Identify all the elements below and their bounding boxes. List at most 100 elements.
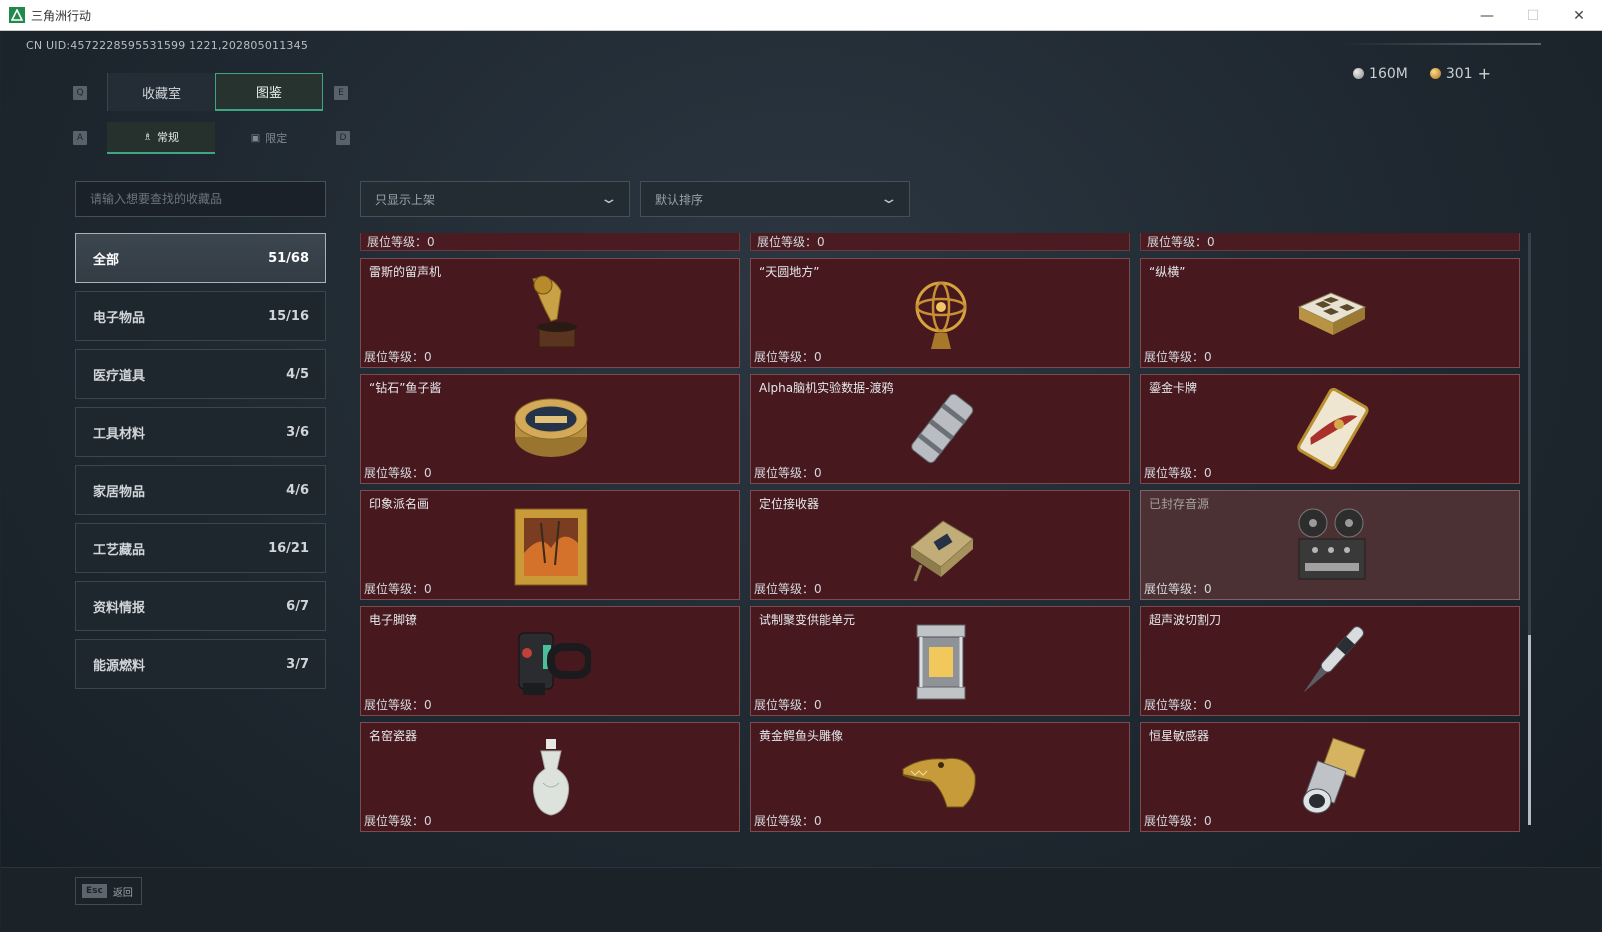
category-count: 3/6 <box>286 424 309 440</box>
level-label: 展位等级： <box>754 814 815 828</box>
card-level: 展位等级：0 <box>364 348 432 365</box>
back-button[interactable]: Esc 返回 <box>75 877 142 905</box>
collectible-card[interactable]: 试制聚变供能单元 展位等级：0 <box>750 606 1130 716</box>
card-level: 展位等级：0 <box>1144 464 1212 481</box>
level-value: 0 <box>424 698 432 712</box>
window-title: 三角洲行动 <box>31 8 92 23</box>
partial-row: 展位等级： 0 展位等级： 0 展位等级： 0 <box>360 233 1526 251</box>
subtab-regular[interactable]: ♗ 常规 <box>107 122 215 154</box>
level-value: 0 <box>424 814 432 828</box>
collectible-card[interactable]: 恒星敏感器 展位等级：0 <box>1140 722 1520 832</box>
gold-coin-icon <box>1429 68 1441 79</box>
category-all[interactable]: 全部 51/68 <box>75 233 326 283</box>
item-name: 已封存音源 <box>1149 497 1210 511</box>
collectible-card[interactable]: 已封存音源 展位等级：0 <box>1140 490 1520 600</box>
collectible-card[interactable]: Alpha脑机实验数据-渡鸦 展位等级：0 <box>750 374 1130 484</box>
partial-card[interactable]: 展位等级： 0 <box>360 233 740 251</box>
level-label: 展位等级： <box>364 814 425 828</box>
collectible-card[interactable]: 超声波切割刀 展位等级：0 <box>1140 606 1520 716</box>
level-value: 0 <box>814 582 822 596</box>
partial-card[interactable]: 展位等级： 0 <box>750 233 1130 251</box>
collectible-card[interactable]: 电子脚镣 展位等级：0 <box>360 606 740 716</box>
tab-codex[interactable]: 图鉴 <box>215 73 323 111</box>
level-label: 展位等级： <box>1144 350 1205 364</box>
category-label: 工艺藏品 <box>93 542 146 558</box>
chess-box-icon <box>1297 292 1367 335</box>
grid-scrollbar[interactable] <box>1528 233 1531 825</box>
level-label: 展位等级： <box>364 698 425 712</box>
collectible-card[interactable]: 黄金鳄鱼头雕像 展位等级：0 <box>750 722 1130 832</box>
bottom-bar <box>1 867 1601 931</box>
item-name: 定位接收器 <box>759 497 820 511</box>
collectible-card[interactable]: “钻石”鱼子酱 展位等级：0 <box>360 374 740 484</box>
item-name: 名窑瓷器 <box>369 729 418 743</box>
category-tools[interactable]: 工具材料 3/6 <box>75 407 326 457</box>
item-name: 黄金鳄鱼头雕像 <box>759 729 844 743</box>
card-level: 展位等级：0 <box>754 348 822 365</box>
level-value: 0 <box>424 582 432 596</box>
search-input[interactable] <box>75 181 326 217</box>
collectible-card[interactable]: “天圆地方” 展位等级：0 <box>750 258 1130 368</box>
level-value: 0 <box>814 698 822 712</box>
level-value: 0 <box>427 234 435 249</box>
chevron-down-icon: ⌄ <box>599 191 619 207</box>
armillary-sphere-icon <box>915 281 967 349</box>
image-icon: ▣ <box>250 132 261 144</box>
level-label: 展位等级： <box>754 582 815 596</box>
category-energy[interactable]: 能源燃料 3/7 <box>75 639 326 689</box>
receiver-icon <box>910 520 974 582</box>
back-label: 返回 <box>112 887 133 899</box>
sort-dropdown[interactable]: 默认排序 ⌄ <box>640 181 910 217</box>
category-household[interactable]: 家居物品 4/6 <box>75 465 326 515</box>
level-label: 展位等级： <box>754 350 815 364</box>
maximize-button[interactable]: ☐ <box>1510 0 1556 31</box>
level-label: 展位等级： <box>364 350 425 364</box>
filter-dropdown[interactable]: 只显示上架 ⌄ <box>360 181 630 217</box>
data-cylinder-icon <box>911 393 974 464</box>
collectible-card[interactable]: 印象派名画 展位等级：0 <box>360 490 740 600</box>
gold-crocodile-icon <box>902 757 976 808</box>
item-name: “天圆地方” <box>759 265 820 279</box>
close-button[interactable]: ✕ <box>1556 0 1602 31</box>
collectible-card[interactable]: 雷斯的留声机 展位等级：0 <box>360 258 740 368</box>
currency-bar: 160M 301 + <box>1353 64 1491 83</box>
add-currency-button[interactable]: + <box>1478 64 1491 83</box>
category-count: 51/68 <box>268 250 309 266</box>
scrollbar-thumb[interactable] <box>1528 635 1531 825</box>
item-name: Alpha脑机实验数据-渡鸦 <box>759 381 894 395</box>
sub-tabs: ♗ 常规 ▣ 限定 <box>107 122 323 154</box>
esc-key-hint: Esc <box>82 884 107 898</box>
category-intel[interactable]: 资料情报 6/7 <box>75 581 326 631</box>
category-label: 资料情报 <box>93 600 146 616</box>
level-label: 展位等级： <box>1144 814 1205 828</box>
gold-amount: 301 <box>1445 65 1473 82</box>
level-label: 展位等级： <box>364 582 425 596</box>
level-value: 0 <box>1204 582 1212 596</box>
category-medical[interactable]: 医疗道具 4/5 <box>75 349 326 399</box>
category-label: 工具材料 <box>93 426 146 442</box>
minimize-button[interactable]: — <box>1464 0 1510 31</box>
porcelain-vase-icon <box>532 739 570 816</box>
tab-collection-room[interactable]: 收藏室 <box>107 73 215 111</box>
item-name: “钻石”鱼子酱 <box>369 381 442 395</box>
card-level: 展位等级：0 <box>1144 696 1212 713</box>
category-crafts[interactable]: 工艺藏品 16/21 <box>75 523 326 573</box>
card-level: 展位等级：0 <box>754 812 822 829</box>
card-level: 展位等级：0 <box>754 580 822 597</box>
painting-icon <box>514 508 588 586</box>
subtab-limited[interactable]: ▣ 限定 <box>215 122 323 154</box>
collectible-card[interactable]: “纵横” 展位等级：0 <box>1140 258 1520 368</box>
ultrasonic-knife-icon <box>1303 626 1365 693</box>
level-value: 0 <box>1204 698 1212 712</box>
star-sensor-icon <box>1302 737 1366 814</box>
category-label: 家居物品 <box>93 484 146 500</box>
level-label: 展位等级： <box>1144 698 1205 712</box>
partial-card[interactable]: 展位等级： 0 <box>1140 233 1520 251</box>
category-electronics[interactable]: 电子物品 15/16 <box>75 291 326 341</box>
collectible-card[interactable]: 名窑瓷器 展位等级：0 <box>360 722 740 832</box>
level-value: 0 <box>814 814 822 828</box>
key-hint-a: A <box>73 131 87 145</box>
card-level: 展位等级：0 <box>754 464 822 481</box>
collectible-card[interactable]: 鎏金卡牌 展位等级：0 <box>1140 374 1520 484</box>
collectible-card[interactable]: 定位接收器 展位等级：0 <box>750 490 1130 600</box>
